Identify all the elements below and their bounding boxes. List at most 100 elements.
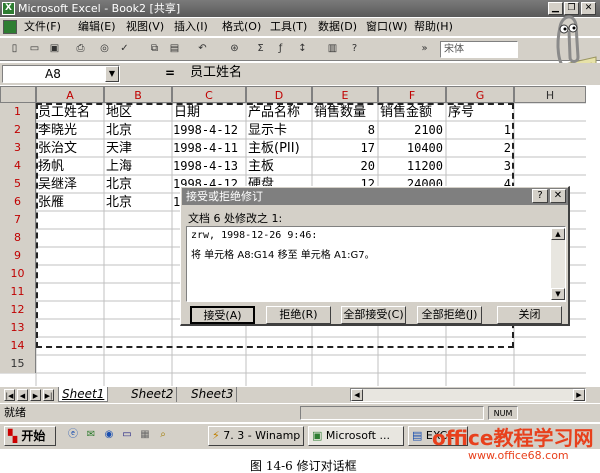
new-icon[interactable]: ▯ <box>6 41 23 57</box>
dialog-title: 接受或拒绝修订 <box>182 188 568 205</box>
reject-all-button[interactable]: 全部拒绝(J) <box>417 306 482 324</box>
browser-icon[interactable]: ◉ <box>102 428 116 442</box>
search-icon[interactable]: ⌕ <box>156 428 170 442</box>
dialog-close-icon[interactable]: ✕ <box>550 189 566 203</box>
column-header-a[interactable]: A <box>36 86 104 103</box>
row-header-7[interactable]: 7 <box>0 211 36 229</box>
reject-button[interactable]: 拒绝(R) <box>266 306 331 324</box>
column-header-f[interactable]: F <box>378 86 446 103</box>
row-header-3[interactable]: 3 <box>0 139 36 157</box>
save-icon[interactable]: ▣ <box>46 41 63 57</box>
column-header-c[interactable]: C <box>172 86 246 103</box>
row-header-14[interactable]: 14 <box>0 337 36 355</box>
watermark-title: office教程学习网 <box>432 426 594 450</box>
row-header-2[interactable]: 2 <box>0 121 36 139</box>
copy-icon[interactable]: ⧉ <box>146 41 163 57</box>
status-panel <box>300 406 484 420</box>
menu-tools[interactable]: 工具(T) <box>270 20 307 34</box>
prev-sheet-icon[interactable]: ◀ <box>17 389 28 401</box>
start-button[interactable]: ▚ 开始 <box>4 426 56 446</box>
row-header-15[interactable]: 15 <box>0 355 36 373</box>
menu-window[interactable]: 窗口(W) <box>366 20 407 34</box>
workbook-icon[interactable] <box>3 20 17 34</box>
column-header-b[interactable]: B <box>104 86 172 103</box>
change-detail-line: 将 单元格 A8:G14 移至 单元格 A1:G7。 <box>191 250 375 261</box>
task-excel[interactable]: ▣ Microsoft ... <box>308 426 404 446</box>
scroll-right-icon[interactable]: ▶ <box>573 389 585 401</box>
row-header-13[interactable]: 13 <box>0 319 36 337</box>
change-counter-label: 文档 6 处修改之 1: <box>188 212 283 225</box>
scroll-up-icon[interactable]: ▲ <box>551 228 565 240</box>
change-description-box[interactable]: zrw, 1998-12-26 9:46: 将 单元格 A8:G14 移至 单元… <box>186 226 566 302</box>
column-header-h[interactable]: H <box>514 86 586 103</box>
row-header-5[interactable]: 5 <box>0 175 36 193</box>
row-header-9[interactable]: 9 <box>0 247 36 265</box>
word-task-icon: ▤ <box>412 429 423 442</box>
column-header-g[interactable]: G <box>446 86 514 103</box>
hyperlink-icon[interactable]: ⊛ <box>226 41 243 57</box>
dialog-scrollbar[interactable]: ▲ ▼ <box>551 228 565 300</box>
excel-task-icon: ▣ <box>312 429 323 442</box>
select-all-corner[interactable] <box>0 86 36 103</box>
row-header-11[interactable]: 11 <box>0 283 36 301</box>
paste-icon[interactable]: ▤ <box>166 41 183 57</box>
chart-wizard-icon[interactable]: ▥ <box>324 41 341 57</box>
row-header-4[interactable]: 4 <box>0 157 36 175</box>
sheet-tab-1[interactable]: Sheet1 <box>58 387 109 402</box>
sheet-tab-2[interactable]: Sheet2 <box>128 387 178 402</box>
last-sheet-icon[interactable]: ▶| <box>43 389 54 401</box>
row-header-12[interactable]: 12 <box>0 301 36 319</box>
window-titlebar: Microsoft Excel - Book2 [共享] <box>0 0 600 17</box>
window-title: Microsoft Excel - Book2 [共享] <box>18 2 181 15</box>
desktop-icon[interactable]: ▭ <box>120 428 134 442</box>
close-button[interactable]: 关闭 <box>497 306 562 324</box>
ie-icon[interactable]: ⓔ <box>66 428 80 442</box>
sort-icon[interactable]: ↕ <box>294 41 311 57</box>
autosum-icon[interactable]: Σ <box>252 41 269 57</box>
row-header-6[interactable]: 6 <box>0 193 36 211</box>
help-icon[interactable]: ? <box>346 41 363 57</box>
accept-all-button[interactable]: 全部接受(C) <box>341 306 406 324</box>
row-header-10[interactable]: 10 <box>0 265 36 283</box>
scroll-down-icon[interactable]: ▼ <box>551 288 565 300</box>
formula-equals-sign[interactable]: = <box>165 66 175 80</box>
menu-format[interactable]: 格式(O) <box>222 20 261 34</box>
menu-view[interactable]: 视图(V) <box>126 20 164 34</box>
task-winamp[interactable]: ⚡ 7. 3 - Winamp <box>208 426 304 446</box>
formula-input[interactable]: 员工姓名 <box>190 65 242 81</box>
menu-data[interactable]: 数据(D) <box>318 20 357 34</box>
open-icon[interactable]: ▭ <box>26 41 43 57</box>
toolbar-more-icon[interactable]: » <box>416 41 433 57</box>
sheet-tab-3[interactable]: Sheet3 <box>188 387 238 402</box>
watermark-url: www.office68.com <box>468 449 569 462</box>
row-header-1[interactable]: 1 <box>0 103 36 121</box>
column-header-e[interactable]: E <box>312 86 378 103</box>
menu-help[interactable]: 帮助(H) <box>414 20 453 34</box>
undo-icon[interactable]: ↶ <box>194 41 211 57</box>
accept-button[interactable]: 接受(A) <box>190 306 255 324</box>
channel-icon[interactable]: ▦ <box>138 428 152 442</box>
column-header-d[interactable]: D <box>246 86 312 103</box>
horizontal-scrollbar[interactable]: ◀ ▶ <box>350 388 586 402</box>
menu-edit[interactable]: 编辑(E) <box>78 20 116 34</box>
row-header-8[interactable]: 8 <box>0 229 36 247</box>
menu-insert[interactable]: 插入(I) <box>174 20 208 34</box>
spelling-icon[interactable]: ✓ <box>116 41 133 57</box>
print-icon[interactable]: ⎙ <box>72 41 89 57</box>
outlook-icon[interactable]: ✉ <box>84 428 98 442</box>
excel-app-icon: X <box>2 2 15 15</box>
scroll-left-icon[interactable]: ◀ <box>351 389 363 401</box>
change-author-line: zrw, 1998-12-26 9:46: <box>191 230 318 241</box>
num-lock-indicator: NUM <box>488 406 518 420</box>
name-box[interactable]: A8 <box>2 65 120 83</box>
print-preview-icon[interactable]: ◎ <box>96 41 113 57</box>
windows-logo-icon: ▚ <box>8 429 18 443</box>
function-icon[interactable]: ƒ <box>272 41 289 57</box>
status-text: 就绪 <box>4 406 26 419</box>
font-name-select[interactable]: 宋体 <box>440 41 518 58</box>
first-sheet-icon[interactable]: |◀ <box>4 389 15 401</box>
menu-file[interactable]: 文件(F) <box>24 20 61 34</box>
namebox-dropdown-icon[interactable]: ▼ <box>105 66 119 82</box>
dialog-help-icon[interactable]: ? <box>532 189 548 203</box>
next-sheet-icon[interactable]: ▶ <box>30 389 41 401</box>
